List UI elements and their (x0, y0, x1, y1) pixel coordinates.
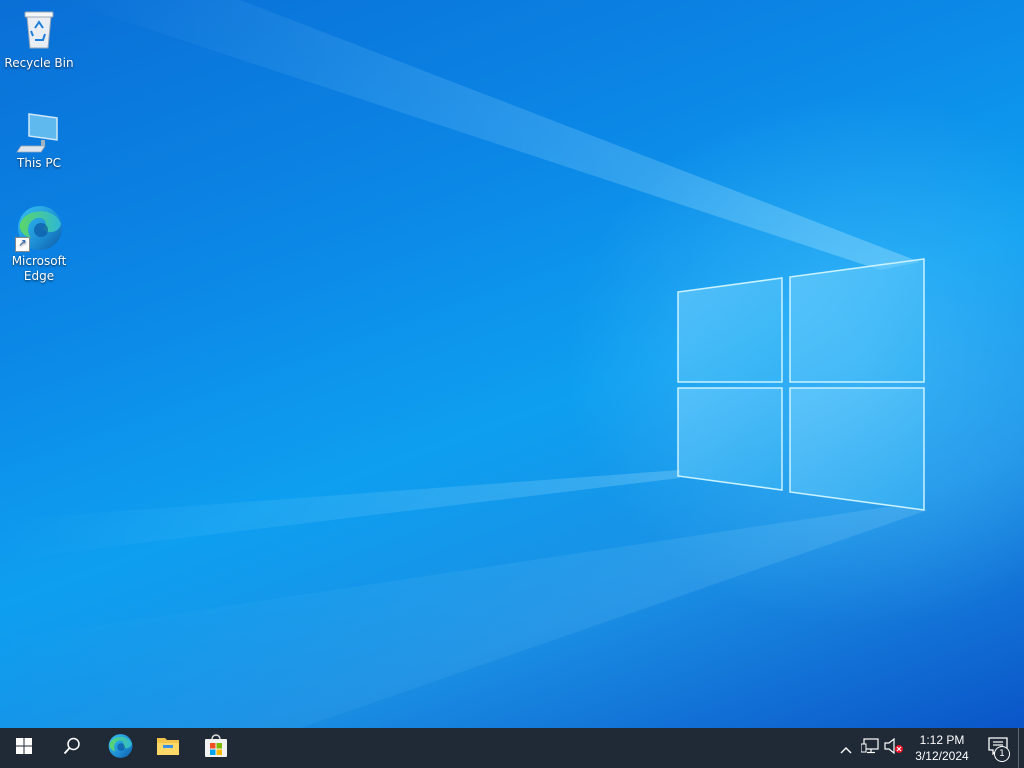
computer-icon (15, 106, 63, 154)
clock-time: 1:12 PM (919, 733, 965, 747)
folder-icon (156, 735, 180, 761)
desktop-icon-label: Recycle Bin (4, 56, 74, 70)
action-center-button[interactable]: 1 (978, 728, 1018, 768)
search-icon (63, 737, 81, 759)
taskbar-app-file-explorer[interactable] (144, 728, 192, 768)
show-hidden-icons-button[interactable] (834, 728, 858, 768)
taskbar: 1:12 PM 3/12/2024 1 (0, 728, 1024, 768)
chevron-up-icon (840, 739, 852, 758)
desktop-icon-recycle-bin[interactable]: Recycle Bin (4, 6, 74, 71)
start-button[interactable] (0, 728, 48, 768)
windows-start-icon (16, 738, 32, 758)
desktop-icon-this-pc[interactable]: This PC (4, 106, 74, 171)
recycle-bin-icon (15, 6, 63, 54)
edge-icon (107, 733, 133, 763)
edge-icon: ↗ (15, 204, 63, 252)
desktop[interactable]: Recycle Bin This PC ↗ Microsoft Edge (0, 0, 1024, 728)
shortcut-arrow-icon: ↗ (15, 237, 30, 252)
desktop-icon-microsoft-edge[interactable]: ↗ Microsoft Edge (4, 204, 74, 284)
desktop-icon-label: Microsoft Edge (11, 254, 67, 283)
windows-logo-wallpaper (677, 258, 925, 511)
search-button[interactable] (48, 728, 96, 768)
system-tray: 1:12 PM 3/12/2024 1 (834, 728, 1024, 768)
clock-date: 3/12/2024 (915, 749, 969, 763)
network-button[interactable] (858, 728, 882, 768)
show-desktop-button[interactable] (1018, 728, 1024, 768)
desktop-icon-label: This PC (17, 156, 61, 170)
volume-muted-icon (884, 737, 904, 758)
volume-button[interactable] (882, 728, 906, 768)
taskbar-app-microsoft-store[interactable] (192, 728, 240, 768)
taskbar-clock[interactable]: 1:12 PM 3/12/2024 (906, 732, 978, 764)
notification-count-badge: 1 (994, 746, 1010, 762)
store-icon (204, 734, 228, 762)
taskbar-app-edge[interactable] (96, 728, 144, 768)
network-icon (860, 738, 879, 758)
